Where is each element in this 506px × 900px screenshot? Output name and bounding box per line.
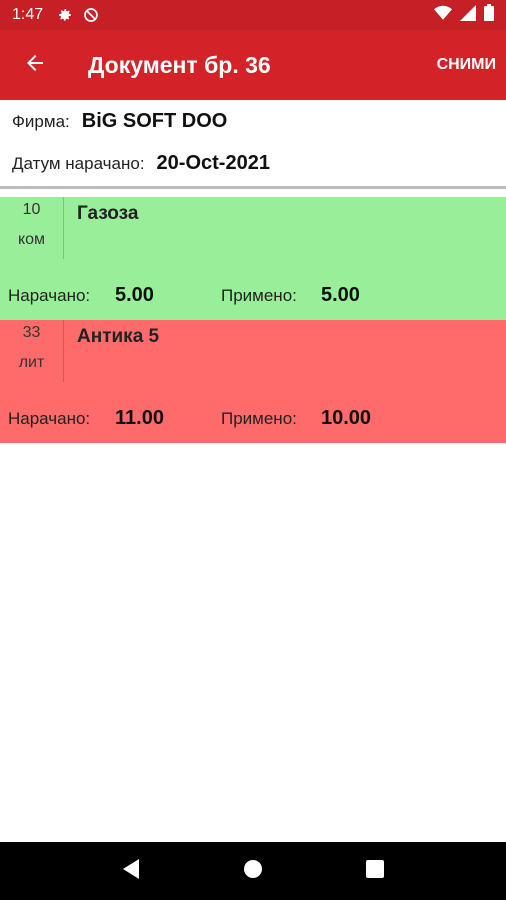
item-quantity-box: 10 ком <box>0 197 64 259</box>
divider <box>0 186 506 189</box>
page-title: Документ бр. 36 <box>88 51 271 78</box>
nav-recents-button[interactable] <box>355 851 395 891</box>
status-right-icons <box>434 4 494 26</box>
document-header: Фирма: BiG SOFT DOO Датум нарачано: 20-O… <box>0 100 506 188</box>
company-value: BiG SOFT DOO <box>81 110 228 132</box>
item-quantity-box: 33 лит <box>0 320 64 382</box>
navigation-bar <box>0 842 506 900</box>
item-unit: ком <box>17 231 46 248</box>
app-bar: Документ бр. 36 СНИМИ <box>0 30 506 100</box>
signal-icon <box>460 4 476 26</box>
ordered-value: 5.00 <box>115 284 154 306</box>
received-value: 5.00 <box>321 284 360 306</box>
received-label: Примено: <box>221 409 297 428</box>
arrow-left-icon <box>23 51 47 80</box>
received-value: 10.00 <box>321 407 372 429</box>
nav-back-button[interactable] <box>111 851 151 891</box>
item-quantity: 33 <box>22 324 41 341</box>
nav-home-button[interactable] <box>233 851 273 891</box>
battery-icon <box>484 4 494 26</box>
gear-icon <box>57 7 73 23</box>
date-label: Датум нарачано: <box>12 154 145 173</box>
company-label: Фирма: <box>12 112 70 131</box>
item-name: Газоза <box>77 203 139 224</box>
list-item[interactable]: 10 ком Газоза Нарачано: 5.00 Примено: 5.… <box>0 197 506 320</box>
home-circle-icon <box>242 858 264 885</box>
status-time: 1:47 <box>12 6 44 23</box>
back-triangle-icon <box>121 858 141 885</box>
date-value: 20-Oct-2021 <box>156 152 270 174</box>
item-name: Антика 5 <box>77 326 160 347</box>
recents-square-icon <box>365 859 385 884</box>
status-bar: 1:47 <box>0 0 506 30</box>
item-unit: лит <box>18 354 45 371</box>
wifi-icon <box>434 5 452 26</box>
item-list: 10 ком Газоза Нарачано: 5.00 Примено: 5.… <box>0 197 506 443</box>
item-quantity: 10 <box>22 201 41 218</box>
ordered-value: 11.00 <box>115 407 164 429</box>
back-button[interactable] <box>0 30 70 100</box>
received-label: Примено: <box>221 286 297 305</box>
date-row: Датум нарачано: 20-Oct-2021 <box>12 152 270 175</box>
ordered-label: Нарачано: <box>8 409 91 428</box>
company-row: Фирма: BiG SOFT DOO <box>12 110 227 133</box>
do-not-disturb-icon <box>83 7 99 23</box>
ordered-label: Нарачано: <box>8 286 91 305</box>
list-item[interactable]: 33 лит Антика 5 Нарачано: 11.00 Примено:… <box>0 320 506 443</box>
save-button[interactable]: СНИМИ <box>437 46 496 84</box>
